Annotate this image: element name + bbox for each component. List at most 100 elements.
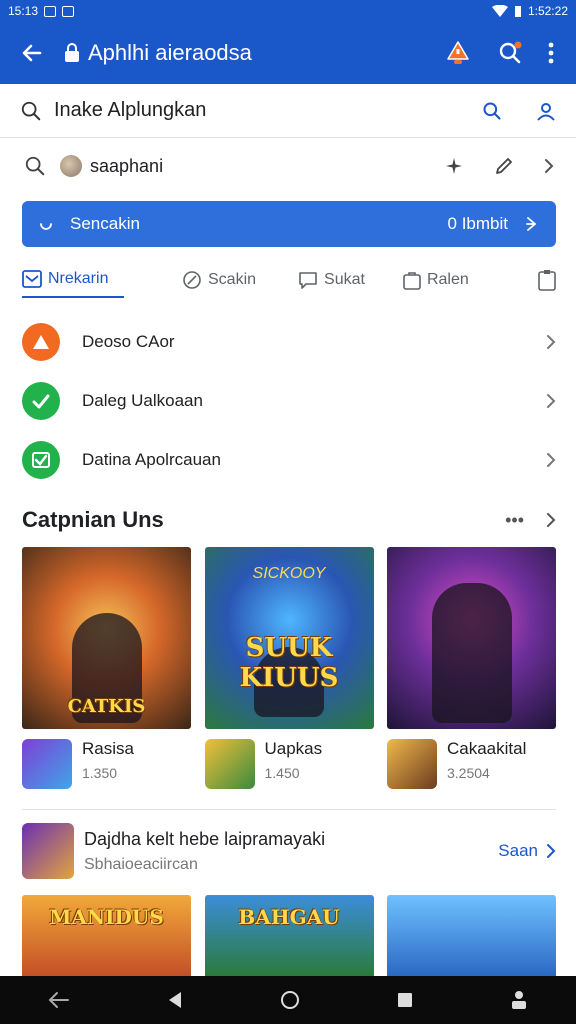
tab-bar: Nrekarin Scakin Sukat Ralen xyxy=(22,262,556,298)
notification-icon xyxy=(62,5,75,17)
game-card[interactable]: BAHGAU xyxy=(204,895,374,977)
promo-row[interactable]: Dajdha kelt hebe laipramayaki Sbhaioeaci… xyxy=(22,822,556,880)
clipboard-icon xyxy=(538,270,556,291)
section-header: Catpnian Uns ••• xyxy=(22,500,556,540)
promo-icon xyxy=(22,823,74,879)
user-name: saaphani xyxy=(90,155,164,176)
search-bar[interactable]: Inake Alplungkan xyxy=(0,84,576,138)
banner-count: 0 Ibmbit xyxy=(447,214,508,233)
system-nav-bar xyxy=(0,976,576,1024)
sync-banner[interactable]: Sencakin 0 Ibmbit xyxy=(22,201,556,247)
warning-icon xyxy=(22,322,60,361)
game-card[interactable]: SICKOOY SUUK KIUUS Uapkas 1.450 xyxy=(204,547,374,789)
list-item-label: Deoso CAor xyxy=(82,331,175,351)
app-name: Uapkas xyxy=(264,739,323,758)
more-vert-icon xyxy=(548,42,554,64)
tab-label: Sukat xyxy=(324,271,365,288)
tab-sukat[interactable]: Sukat xyxy=(298,262,365,298)
bottom-game-cards: MANIDUS BAHGAU xyxy=(22,895,556,977)
game-art-title: CATKIS xyxy=(67,696,146,717)
back-arrow-icon[interactable] xyxy=(48,991,70,1009)
menu-list: Deoso CAor Daleg Ualkoaan Datina Apolrca… xyxy=(22,312,556,489)
app-count: 1.450 xyxy=(264,765,300,781)
game-cards: CATKIS Rasisa 1.350 SICKOOY SUUK KIUUS U… xyxy=(22,547,556,789)
refresh-icon xyxy=(40,223,52,230)
more-horiz-icon[interactable]: ••• xyxy=(505,510,524,531)
app-bar: Aphlhi aieraodsa xyxy=(0,22,576,84)
list-item-label: Datina Apolrcauan xyxy=(82,449,221,469)
chevron-right-icon xyxy=(547,844,556,858)
chat-icon xyxy=(299,272,317,289)
chevron-right-icon xyxy=(547,393,556,408)
tab-label: Nrekarin xyxy=(48,270,109,287)
user-row[interactable]: saaphani xyxy=(0,144,576,188)
app-icon[interactable] xyxy=(204,739,255,789)
tab-nrekarin[interactable]: Nrekarin xyxy=(22,262,124,298)
list-item[interactable]: Datina Apolrcauan xyxy=(22,430,556,489)
promo-title: Dajdha kelt hebe laipramayaki xyxy=(84,828,326,849)
wifi-icon xyxy=(491,5,508,17)
app-title: Aphlhi aieraodsa xyxy=(64,40,252,66)
app-count: 1.350 xyxy=(82,765,118,781)
home-icon[interactable] xyxy=(280,990,300,1010)
chevron-right-icon xyxy=(547,334,556,349)
tab-ralen[interactable]: Ralen xyxy=(403,262,469,298)
search-button[interactable] xyxy=(498,41,522,65)
back-button[interactable] xyxy=(0,22,64,84)
chevron-right-icon[interactable] xyxy=(546,512,556,528)
tab-more[interactable] xyxy=(538,262,556,298)
game-artwork[interactable]: SICKOOY SUUK KIUUS xyxy=(204,547,374,729)
search-query[interactable]: Inake Alplungkan xyxy=(54,99,206,122)
edit-icon[interactable] xyxy=(494,156,514,176)
game-art-subtitle: SICKOOY xyxy=(252,565,326,582)
search-icon[interactable] xyxy=(482,101,502,121)
tab-label: Ralen xyxy=(426,271,469,288)
lock-icon xyxy=(65,43,79,62)
see-all-link[interactable]: Saan xyxy=(498,841,556,861)
banner-label: Sencakin xyxy=(70,214,140,233)
app-icon[interactable] xyxy=(22,739,72,789)
divider xyxy=(22,809,556,810)
accessibility-icon[interactable] xyxy=(510,990,528,1010)
more-options-button[interactable] xyxy=(548,42,554,64)
status-bar: 15:13 1:52:22 xyxy=(0,0,576,22)
search-icon[interactable] xyxy=(24,155,46,177)
pen-icon xyxy=(183,271,201,289)
game-card[interactable]: CATKIS Rasisa 1.350 xyxy=(22,547,191,789)
app-name: Rasisa xyxy=(82,739,134,758)
section-title: Catpnian Uns xyxy=(22,507,164,532)
tab-label: Scakin xyxy=(208,271,257,288)
account-icon[interactable] xyxy=(536,101,556,121)
list-item[interactable]: Daleg Ualkoaan xyxy=(22,371,556,430)
tab-scakin[interactable]: Scakin xyxy=(182,262,256,298)
game-art-title: MANIDUS xyxy=(49,905,164,929)
bag-icon xyxy=(403,272,421,290)
check-icon xyxy=(22,381,60,420)
chevron-right-icon xyxy=(526,217,537,231)
chevron-right-icon xyxy=(547,452,556,467)
back-triangle-icon[interactable] xyxy=(167,991,183,1009)
game-artwork[interactable]: CATKIS xyxy=(22,547,191,729)
game-artwork[interactable] xyxy=(387,547,556,729)
app-count: 3.2504 xyxy=(447,765,490,781)
alert-button[interactable] xyxy=(444,39,472,67)
recents-icon[interactable] xyxy=(397,992,413,1008)
status-time: 15:13 xyxy=(8,4,39,18)
game-card[interactable]: Cakaakital 3.2504 xyxy=(387,547,556,789)
game-card[interactable] xyxy=(387,895,556,977)
game-card[interactable]: MANIDUS xyxy=(22,895,191,977)
search-icon xyxy=(499,41,522,64)
list-item[interactable]: Deoso CAor xyxy=(22,312,556,371)
mail-icon xyxy=(22,270,42,288)
chevron-right-icon[interactable] xyxy=(544,158,554,174)
bell-icon xyxy=(447,41,469,64)
arrow-left-icon xyxy=(22,44,42,62)
promo-subtitle: Sbhaioeaciircan xyxy=(84,855,198,873)
search-icon xyxy=(21,101,41,120)
list-item-label: Daleg Ualkoaan xyxy=(82,390,203,410)
status-clock: 1:52:22 xyxy=(527,4,568,18)
see-all-label: Saan xyxy=(498,841,538,860)
app-icon[interactable] xyxy=(387,739,437,789)
hero-figure xyxy=(431,583,512,724)
sparkle-icon[interactable] xyxy=(444,156,464,176)
